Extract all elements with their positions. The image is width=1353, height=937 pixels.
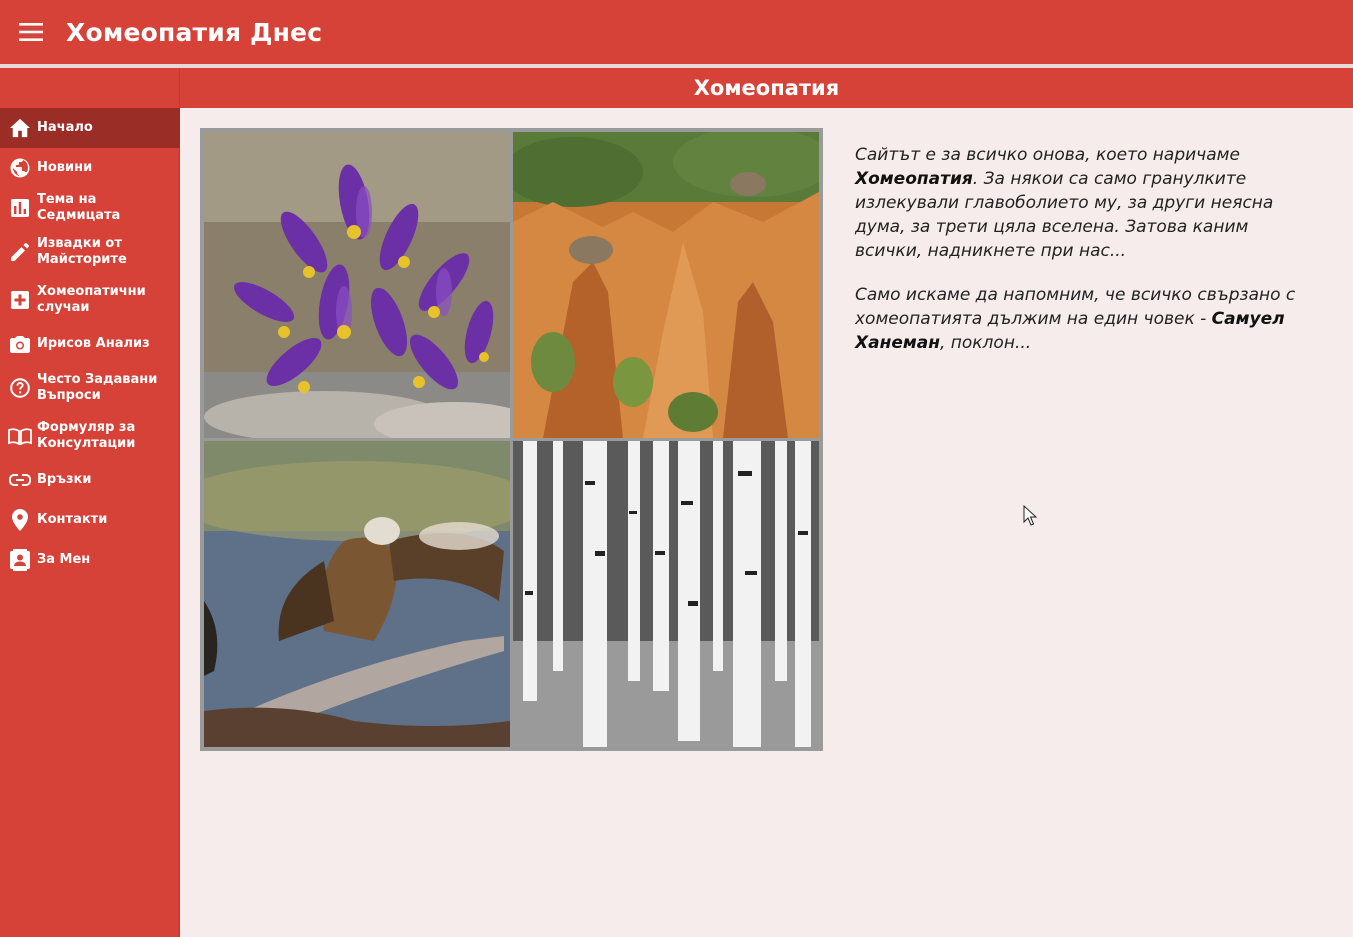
section-title: Хомеопатия (180, 68, 1353, 108)
sidebar-item-consultation-form[interactable]: Формуляр за Консултации (0, 412, 180, 460)
medical-plus-icon (8, 288, 32, 312)
sidebar-item-about[interactable]: За Мен (0, 540, 180, 580)
text: , поклон... (939, 333, 1032, 353)
sidebar-item-contacts[interactable]: Контакти (0, 500, 180, 540)
pasqueflower-photo (204, 132, 510, 438)
sidebar-item-label: За Мен (37, 552, 91, 567)
app-title: Хомеопатия Днес (66, 17, 323, 47)
sidebar-item-cases[interactable]: Хомеопатични случаи (0, 276, 180, 324)
vulture-photo (204, 441, 510, 747)
menu-icon[interactable] (0, 0, 62, 64)
sidebar-item-links[interactable]: Връзки (0, 460, 180, 500)
birch-forest-photo (513, 441, 819, 747)
sidebar-item-label: Тема на Седмицата (37, 192, 121, 223)
sidebar-item-masters[interactable]: Извадки от Майсторите (0, 228, 180, 276)
sidebar-nav: Начало Новини Тема на Седмицата Извадки … (0, 108, 180, 580)
sidebar-item-label: Връзки (37, 472, 92, 487)
bar-chart-icon (8, 196, 32, 220)
sidebar: Начало Новини Тема на Седмицата Извадки … (0, 68, 180, 937)
help-icon (8, 376, 32, 400)
sidebar-item-label: Извадки от Майсторите (37, 236, 127, 267)
sidebar-item-weekly-topic[interactable]: Тема на Седмицата (0, 188, 180, 228)
book-icon (8, 424, 32, 448)
emphasis: Хомеопатия (855, 169, 973, 189)
home-icon (8, 116, 32, 140)
sidebar-item-label: Формуляр за Консултации (37, 420, 136, 451)
sidebar-item-label: Начало (37, 120, 93, 135)
intro-paragraph-2: Само искаме да напомним, че всичко свърз… (855, 283, 1315, 355)
pencil-icon (8, 240, 32, 264)
app-bar: Хомеопатия Днес (0, 0, 1353, 64)
camera-icon (8, 332, 32, 356)
sidebar-item-label: Контакти (37, 512, 108, 527)
photo-collage (200, 128, 823, 751)
link-icon (8, 468, 32, 492)
mouse-cursor-icon (1023, 504, 1038, 531)
text: Сайтът е за всичко онова, което наричаме (855, 145, 1240, 165)
sidebar-item-label: Често Задавани Въпроси (37, 372, 158, 403)
sidebar-item-news[interactable]: Новини (0, 148, 180, 188)
globe-icon (8, 156, 32, 180)
location-pin-icon (8, 508, 32, 532)
sidebar-item-label: Ирисов Анализ (37, 336, 150, 351)
sidebar-item-faq[interactable]: Често Задавани Въпроси (0, 364, 180, 412)
intro-paragraph-1: Сайтът е за всичко онова, което наричаме… (855, 143, 1315, 263)
sidebar-item-label: Хомеопатични случаи (37, 284, 146, 315)
sidebar-item-home[interactable]: Начало (0, 108, 180, 148)
rock-formations-photo (513, 132, 819, 438)
contact-card-icon (8, 548, 32, 572)
sidebar-item-label: Новини (37, 160, 93, 175)
intro-text: Сайтът е за всичко онова, което наричаме… (855, 143, 1315, 375)
sidebar-item-iris[interactable]: Ирисов Анализ (0, 324, 180, 364)
